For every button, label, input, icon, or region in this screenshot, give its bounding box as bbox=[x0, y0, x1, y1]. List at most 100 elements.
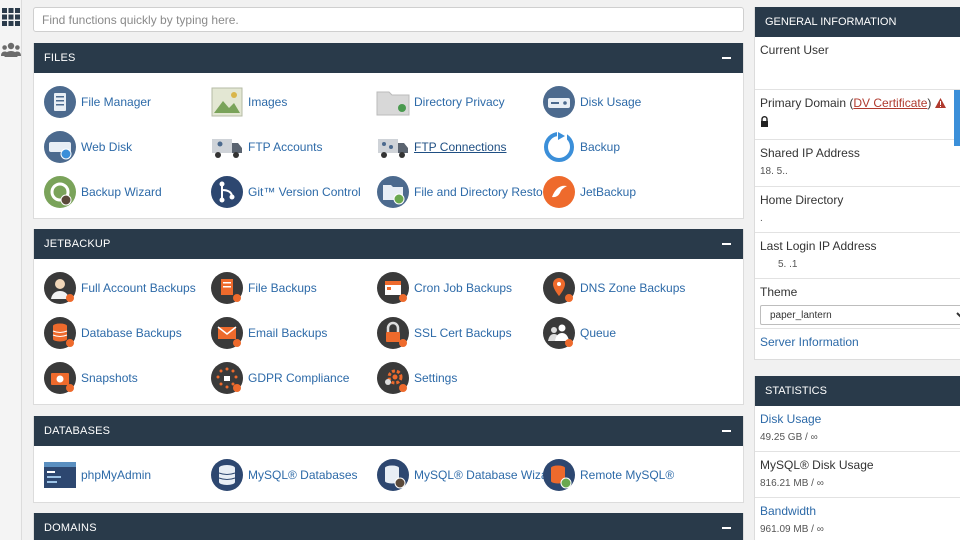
snapshots-label: Snapshots bbox=[81, 371, 138, 385]
queue-label: Queue bbox=[580, 326, 617, 340]
file-restoration-item[interactable]: File and Directory Restoration bbox=[376, 173, 573, 211]
server-information-row: Server Information bbox=[755, 329, 960, 359]
disk-usage-item[interactable]: Disk Usage bbox=[542, 83, 708, 121]
remote-mysql-item[interactable]: Remote MySQL® bbox=[542, 456, 708, 494]
backup-wizard-label: Backup Wizard bbox=[81, 185, 162, 199]
directory-privacy-item[interactable]: Directory Privacy bbox=[376, 83, 542, 121]
collapse-icon[interactable] bbox=[722, 243, 731, 245]
git-item[interactable]: Git™ Version Control bbox=[210, 173, 376, 211]
mysql-wizard-label: MySQL® Database Wizard bbox=[414, 468, 559, 482]
email-backups-item[interactable]: Email Backups bbox=[210, 314, 376, 352]
users-icon[interactable] bbox=[0, 42, 22, 58]
theme-select[interactable]: paper_lantern bbox=[760, 305, 960, 325]
file-backups-item[interactable]: File Backups bbox=[210, 269, 376, 307]
right-column: GENERAL INFORMATION Current User Primary… bbox=[754, 7, 960, 540]
gdpr-compliance-item[interactable]: GDPR Compliance bbox=[210, 359, 376, 397]
bandwidth-value: 961.09 MB / ∞ bbox=[760, 524, 824, 535]
ftp-accounts-label: FTP Accounts bbox=[248, 140, 323, 154]
dv-certificate-link[interactable]: DV Certificate bbox=[853, 96, 927, 110]
home-directory-label: Home Directory bbox=[760, 193, 844, 207]
backup-wizard-item[interactable]: Backup Wizard bbox=[43, 173, 209, 211]
jetbackup-item[interactable]: JetBackup bbox=[542, 173, 708, 211]
email-backups-label: Email Backups bbox=[248, 326, 328, 340]
web-disk-icon bbox=[43, 130, 77, 164]
general-information-title: GENERAL INFORMATION bbox=[755, 7, 960, 37]
git-icon bbox=[210, 175, 244, 209]
snapshots-item[interactable]: Snapshots bbox=[43, 359, 209, 397]
domains-panel-title: DOMAINS bbox=[44, 522, 97, 534]
databases-panel: DATABASES phpMyAdmin MySQL® Databases My… bbox=[33, 416, 744, 503]
jetbackup-label: JetBackup bbox=[580, 185, 637, 199]
home-directory-value: . bbox=[760, 213, 763, 224]
general-information-panel: GENERAL INFORMATION Current User Primary… bbox=[754, 7, 960, 360]
server-information-link[interactable]: Server Information bbox=[760, 335, 859, 349]
collapse-icon[interactable] bbox=[722, 527, 731, 529]
collapse-icon[interactable] bbox=[722, 57, 731, 59]
images-item[interactable]: Images bbox=[210, 83, 376, 121]
disk-usage-stat-row: Disk Usage 49.25 GB / ∞ bbox=[755, 406, 960, 452]
phpmyadmin-icon bbox=[43, 458, 77, 492]
primary-domain-row: Primary Domain (DV Certificate) bbox=[755, 90, 960, 146]
gdpr-compliance-icon bbox=[210, 361, 244, 395]
files-panel-header[interactable]: FILES bbox=[34, 43, 743, 73]
phpmyadmin-item[interactable]: phpMyAdmin bbox=[43, 456, 209, 494]
bandwidth-row: Bandwidth 961.09 MB / ∞ bbox=[755, 498, 960, 540]
settings-label: Settings bbox=[414, 371, 458, 385]
files-panel: FILES File Manager Images Directory Priv… bbox=[33, 43, 744, 219]
file-restoration-icon bbox=[376, 175, 410, 209]
full-account-backups-label: Full Account Backups bbox=[81, 281, 196, 295]
database-backups-icon bbox=[43, 316, 77, 350]
settings-item[interactable]: Settings bbox=[376, 359, 542, 397]
domains-panel-header[interactable]: DOMAINS bbox=[34, 513, 743, 540]
lock-icon bbox=[760, 116, 955, 130]
backup-item[interactable]: Backup bbox=[542, 128, 708, 166]
last-login-value: 5. .1 bbox=[778, 259, 798, 270]
ssl-cert-backups-item[interactable]: SSL Cert Backups bbox=[376, 314, 542, 352]
web-disk-label: Web Disk bbox=[81, 140, 133, 154]
mysql-wizard-item[interactable]: MySQL® Database Wizard bbox=[376, 456, 558, 494]
dns-zone-backups-item[interactable]: DNS Zone Backups bbox=[542, 269, 708, 307]
shared-ip-label: Shared IP Address bbox=[760, 146, 860, 160]
jetbackup-panel-title: JETBACKUP bbox=[44, 238, 111, 250]
queue-item[interactable]: Queue bbox=[542, 314, 708, 352]
phpmyadmin-label: phpMyAdmin bbox=[81, 468, 152, 482]
current-user-label: Current User bbox=[760, 43, 829, 57]
mysql-disk-usage-value: 816.21 MB / ∞ bbox=[760, 478, 824, 489]
databases-panel-header[interactable]: DATABASES bbox=[34, 416, 743, 446]
disk-usage-icon bbox=[542, 85, 576, 119]
file-manager-item[interactable]: File Manager bbox=[43, 83, 209, 121]
settings-icon bbox=[376, 361, 410, 395]
ftp-accounts-icon bbox=[210, 130, 244, 164]
dns-zone-backups-icon bbox=[542, 271, 576, 305]
email-backups-icon bbox=[210, 316, 244, 350]
queue-icon bbox=[542, 316, 576, 350]
databases-panel-title: DATABASES bbox=[44, 425, 111, 437]
bandwidth-link[interactable]: Bandwidth bbox=[760, 504, 955, 518]
images-label: Images bbox=[248, 95, 288, 109]
jetbackup-panel-header[interactable]: JETBACKUP bbox=[34, 229, 743, 259]
search-input[interactable] bbox=[33, 7, 744, 32]
theme-row: Theme paper_lantern bbox=[755, 279, 960, 329]
database-backups-item[interactable]: Database Backups bbox=[43, 314, 209, 352]
disk-usage-stat-value: 49.25 GB / ∞ bbox=[760, 432, 818, 443]
full-account-backups-item[interactable]: Full Account Backups bbox=[43, 269, 209, 307]
full-account-backups-icon bbox=[43, 271, 77, 305]
file-backups-label: File Backups bbox=[248, 281, 317, 295]
home-directory-row: Home Directory . bbox=[755, 187, 960, 233]
git-label: Git™ Version Control bbox=[248, 185, 361, 199]
remote-mysql-label: Remote MySQL® bbox=[580, 468, 675, 482]
mysql-databases-item[interactable]: MySQL® Databases bbox=[210, 456, 376, 494]
disk-usage-label: Disk Usage bbox=[580, 95, 642, 109]
directory-privacy-label: Directory Privacy bbox=[414, 95, 505, 109]
ftp-connections-item[interactable]: FTP Connections bbox=[376, 128, 542, 166]
disk-usage-stat-link[interactable]: Disk Usage bbox=[760, 412, 955, 426]
ftp-accounts-item[interactable]: FTP Accounts bbox=[210, 128, 376, 166]
snapshots-icon bbox=[43, 361, 77, 395]
jetbackup-panel: JETBACKUP Full Account Backups File Back… bbox=[33, 229, 744, 405]
collapse-icon[interactable] bbox=[722, 430, 731, 432]
directory-privacy-icon bbox=[376, 85, 410, 119]
accent-bar bbox=[954, 90, 960, 146]
web-disk-item[interactable]: Web Disk bbox=[43, 128, 209, 166]
cron-job-backups-item[interactable]: Cron Job Backups bbox=[376, 269, 542, 307]
apps-grid-icon[interactable] bbox=[0, 8, 22, 26]
